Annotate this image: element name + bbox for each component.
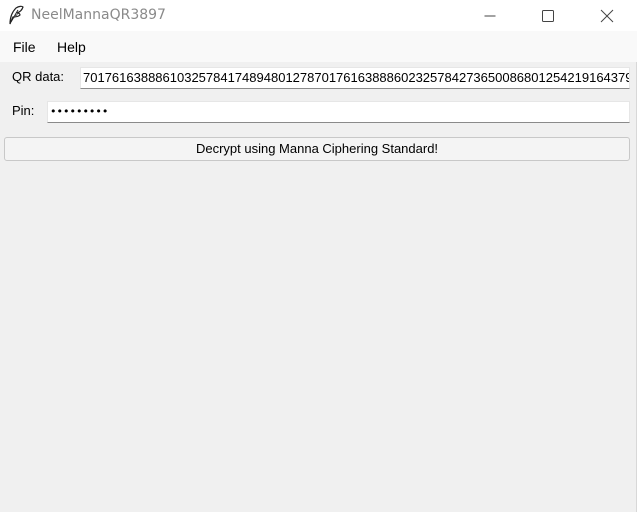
- menu-file[interactable]: File: [13, 39, 36, 56]
- window-title: NeelMannaQR3897: [31, 7, 166, 23]
- close-icon: [600, 9, 614, 23]
- qr-data-input[interactable]: 7017616388861032578417489480127870176163…: [80, 67, 630, 89]
- pin-label: Pin:: [12, 103, 35, 118]
- minimize-icon: [484, 10, 496, 22]
- maximize-icon: [542, 9, 554, 22]
- decrypt-button[interactable]: Decrypt using Manna Ciphering Standard!: [4, 137, 630, 161]
- qr-data-label: QR data:: [12, 69, 65, 84]
- pin-input[interactable]: •••••••••: [47, 101, 630, 123]
- close-button[interactable]: [584, 0, 630, 31]
- app-window: NeelMannaQR3897 File Help QR data: 70176…: [0, 0, 637, 512]
- menu-help[interactable]: Help: [57, 39, 86, 56]
- menu-bar: File Help: [0, 31, 637, 62]
- minimize-button[interactable]: [467, 0, 513, 31]
- title-bar[interactable]: NeelMannaQR3897: [0, 0, 637, 31]
- feather-quill-icon: [7, 5, 25, 25]
- maximize-button[interactable]: [525, 0, 571, 31]
